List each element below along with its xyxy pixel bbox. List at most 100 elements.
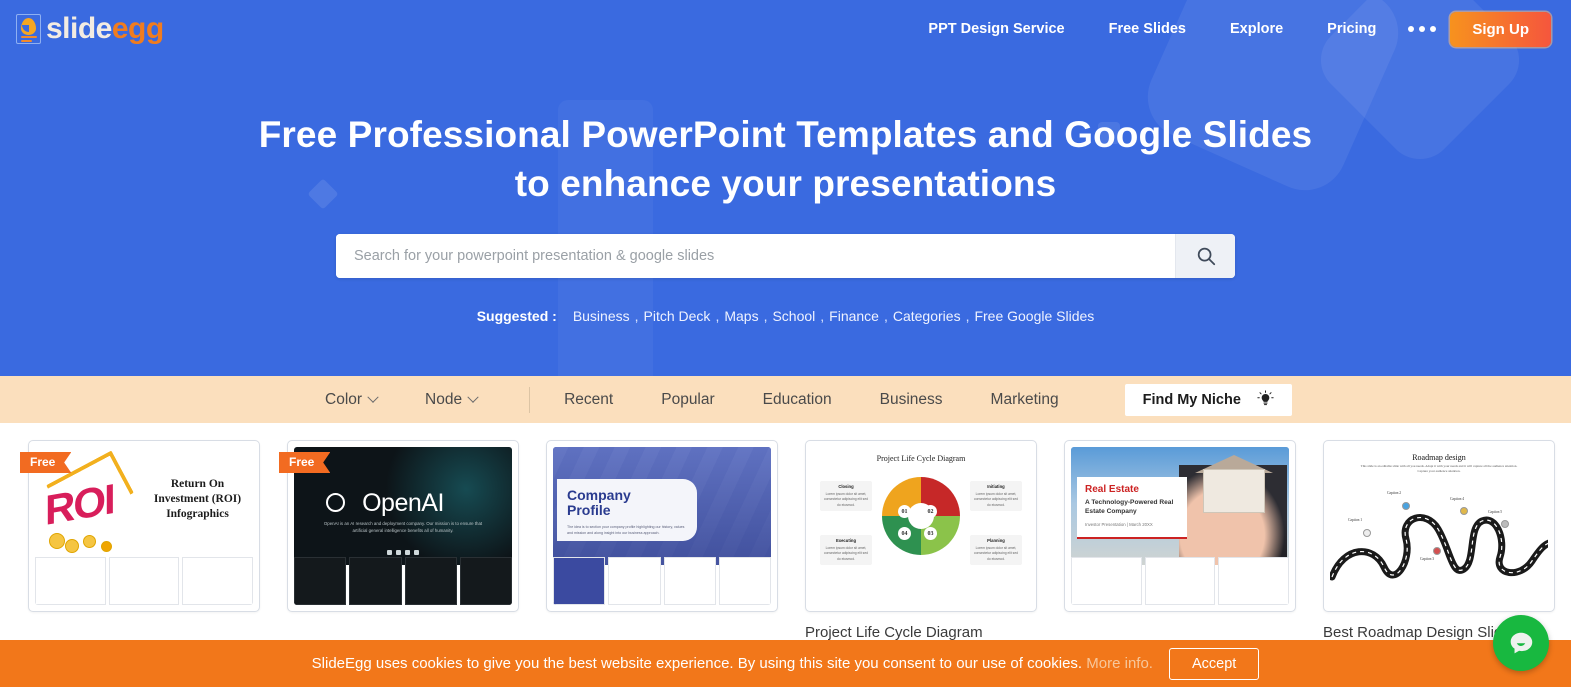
cookie-accept-button[interactable]: Accept <box>1168 647 1260 680</box>
roadmap-caption: Caption 1 <box>1348 518 1363 522</box>
lifecycle-label: Closing Lorem ipsum dolor sit amet, conse… <box>820 481 872 512</box>
suggested-separator: , <box>820 308 825 325</box>
template-thumbnail[interactable]: Roadmap design This slide is an editable… <box>1323 440 1555 612</box>
roadmap-caption: Caption 4 <box>1450 497 1465 501</box>
suggested-list: Business , Pitch Deck , Maps , School , … <box>573 308 1094 324</box>
logo-text: slideegg <box>46 14 164 44</box>
realestate-meta: Investor Presentation | March 20XX <box>1085 521 1153 527</box>
find-my-niche-label: Find My Niche <box>1142 391 1241 408</box>
roadmap-path <box>1330 514 1548 581</box>
find-my-niche-button[interactable]: Find My Niche <box>1124 383 1292 416</box>
filter-bar: Color Node Recent Popular Education Busi… <box>0 376 1571 423</box>
nav-item-ppt-design-service[interactable]: PPT Design Service <box>906 21 1086 37</box>
template-grid: Free ROI Return On Investment (ROI) Info… <box>0 440 1571 663</box>
chat-widget-button[interactable] <box>1493 615 1549 671</box>
lifecycle-label: Planning Lorem ipsum dolor sit amet, cons… <box>970 535 1022 566</box>
suggested-link-maps[interactable]: Maps <box>724 308 758 324</box>
lifecycle-wheel <box>882 477 960 555</box>
filter-link-popular[interactable]: Popular <box>661 391 714 409</box>
logo-text-egg: egg <box>111 12 164 45</box>
filter-link-marketing[interactable]: Marketing <box>991 391 1059 409</box>
nav-item-pricing[interactable]: Pricing <box>1305 21 1398 37</box>
suggested-link-categories[interactable]: Categories <box>893 308 961 324</box>
ellipsis-icon[interactable] <box>1398 26 1450 32</box>
company-heading-2: Profile <box>567 502 611 519</box>
cookie-banner: SlideEgg uses cookies to give you the be… <box>0 640 1571 687</box>
thumbnail-art: Roadmap design This slide is an editable… <box>1330 447 1548 605</box>
site-header: slideegg PPT Design Service Free Slides … <box>0 0 1571 58</box>
roadmap-heading: Roadmap design <box>1412 453 1466 462</box>
page-root: Free Professional PowerPoint Templates a… <box>0 0 1571 687</box>
search-input[interactable] <box>336 234 1175 279</box>
filter-dropdown-node-label: Node <box>425 390 463 408</box>
chevron-down-icon <box>467 391 479 403</box>
suggested-link-pitch-deck[interactable]: Pitch Deck <box>644 308 711 324</box>
suggested-link-finance[interactable]: Finance <box>829 308 879 324</box>
thumbnail-art: Company Profile The idea is to section y… <box>553 447 771 565</box>
filter-link-business[interactable]: Business <box>880 391 943 409</box>
filter-dropdown-color[interactable]: Color <box>325 390 379 409</box>
template-thumbnail[interactable]: Real Estate A Technology-Powered Real Es… <box>1064 440 1296 612</box>
headline-line-1: Free Professional PowerPoint Templates a… <box>258 114 1313 155</box>
lifecycle-number: 01 <box>898 505 911 518</box>
suggested-link-business[interactable]: Business <box>573 308 630 324</box>
search-icon <box>1197 248 1215 266</box>
thumbnail-slide-strip <box>35 557 253 605</box>
filter-dropdown-node[interactable]: Node <box>425 390 479 409</box>
template-card[interactable]: Company Profile The idea is to section y… <box>546 440 778 663</box>
roadmap-caption: Caption 3 <box>1420 557 1435 561</box>
lifecycle-number: 04 <box>898 527 911 540</box>
cookie-more-info-link[interactable]: More info. <box>1086 655 1153 672</box>
company-subtext: The idea is to section your company prof… <box>567 524 685 535</box>
filter-divider <box>529 386 531 413</box>
filter-controls: Color Node Recent Popular Education Busi… <box>325 383 1292 416</box>
template-thumbnail[interactable]: Project Life Cycle Diagram 01 02 03 04 C… <box>805 440 1037 612</box>
thumbnail-slide-strip <box>294 557 512 605</box>
suggested-separator: , <box>634 308 639 325</box>
template-card[interactable]: Real Estate A Technology-Powered Real Es… <box>1064 440 1296 663</box>
thumbnail-art: ROI Return On Investment (ROI) Infograph… <box>35 447 253 565</box>
cookie-message: SlideEgg uses cookies to give you the be… <box>311 655 1083 672</box>
template-thumbnail[interactable]: Company Profile The idea is to section y… <box>546 440 778 612</box>
realestate-heading: Real Estate <box>1085 484 1139 495</box>
suggested-separator: , <box>763 308 768 325</box>
template-card[interactable]: Free ROI Return On Investment (ROI) Info… <box>20 440 260 663</box>
egg-document-icon <box>16 14 41 44</box>
suggested-link-school[interactable]: School <box>772 308 815 324</box>
thumbnail-art: OpenAI OpenAI is an AI research and depl… <box>294 447 512 567</box>
roadmap-caption: Caption 5 <box>1488 510 1503 514</box>
suggested-row: Suggested : Business , Pitch Deck , Maps… <box>0 308 1571 324</box>
suggested-separator: , <box>965 308 970 325</box>
lifecycle-number: 02 <box>924 505 937 518</box>
openai-subtext: OpenAI is an AI research and deployment … <box>323 521 483 533</box>
signup-button[interactable]: Sign Up <box>1450 11 1551 47</box>
template-card[interactable]: Project Life Cycle Diagram 01 02 03 04 C… <box>805 440 1037 663</box>
search-bar[interactable] <box>336 234 1235 279</box>
roadmap-subtext: This slide is an editable slide with all… <box>1360 464 1518 474</box>
thumbnail-slide-strip <box>553 557 771 605</box>
lifecycle-heading: Project Life Cycle Diagram <box>876 454 966 463</box>
lightbulb-icon <box>1257 390 1274 406</box>
lifecycle-number: 03 <box>924 527 937 540</box>
company-heading-1: Company <box>567 487 631 503</box>
cookie-text: SlideEgg uses cookies to give you the be… <box>312 655 1153 672</box>
logo[interactable]: slideegg <box>16 14 164 44</box>
realestate-subheading: A Technology-Powered Real Estate Company <box>1085 499 1174 515</box>
lifecycle-label: Executing Lorem ipsum dolor sit amet, con… <box>820 535 872 566</box>
headline-line-2: to enhance your presentations <box>514 163 1057 205</box>
filter-link-education[interactable]: Education <box>763 391 832 409</box>
nav-item-explore[interactable]: Explore <box>1208 21 1305 37</box>
lifecycle-label: Initiating Lorem ipsum dolor sit amet, co… <box>970 481 1022 512</box>
filter-link-recent[interactable]: Recent <box>564 391 613 409</box>
filter-dropdown-color-label: Color <box>325 390 363 408</box>
template-card[interactable]: Free OpenAI OpenAI is an AI research and… <box>279 440 519 663</box>
suggested-link-free-google-slides[interactable]: Free Google Slides <box>974 308 1094 324</box>
nav-item-free-slides[interactable]: Free Slides <box>1087 21 1208 37</box>
roadmap-caption: Caption 2 <box>1387 491 1402 495</box>
openai-heading: OpenAI <box>362 489 444 517</box>
suggested-separator: , <box>883 308 888 325</box>
search-button[interactable] <box>1175 234 1235 279</box>
social-icons <box>294 550 512 555</box>
thumbnail-art: Real Estate A Technology-Powered Real Es… <box>1071 447 1289 565</box>
chat-bubble-icon <box>1510 632 1533 654</box>
